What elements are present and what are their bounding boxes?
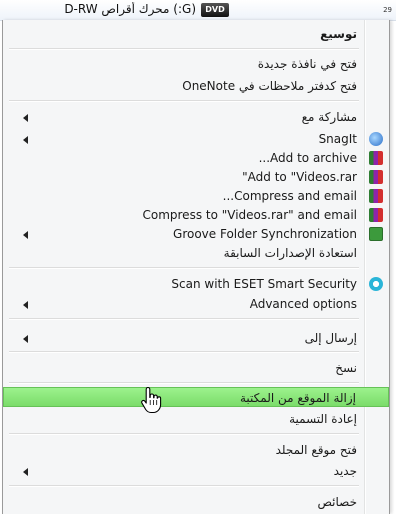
menu-separator — [9, 48, 359, 50]
menu-item-advanced-options[interactable]: Advanced options — [3, 294, 389, 314]
menu-item-label: إرسال إلى — [304, 331, 357, 345]
menu-item-label: إزالة الموقع من المكتبة — [239, 391, 356, 405]
menu-item-label: خصائص — [317, 495, 357, 509]
submenu-arrow-icon — [23, 231, 28, 239]
menu-item-label: Groove Folder Synchronization — [173, 227, 357, 241]
menu-item-label: Compress to "Videos.rar" and email — [142, 208, 357, 222]
menu-item-compress-email[interactable]: Compress and email... — [3, 186, 389, 206]
menu-item-share-with[interactable]: مشاركة مع — [3, 107, 389, 127]
menu-item-copy[interactable]: نسخ — [3, 358, 389, 378]
menu-item-label: إعادة التسمية — [289, 412, 357, 426]
menu-separator — [9, 100, 359, 102]
menu-item-label: استعادة الإصدارات السابقة — [223, 246, 357, 260]
menu-item-expand[interactable]: توسيع — [3, 24, 389, 44]
menu-item-label: Add to "Videos.rar" — [242, 170, 357, 184]
submenu-arrow-icon — [23, 136, 28, 144]
menu-separator — [9, 267, 359, 269]
menu-item-open-folder-location[interactable]: فتح موقع المجلد — [3, 440, 389, 460]
menu-item-restore-previous-versions[interactable]: استعادة الإصدارات السابقة — [3, 243, 389, 263]
menu-item-eset-scan[interactable]: Scan with ESET Smart Security — [3, 274, 389, 294]
menu-item-open-new-window[interactable]: فتح في نافذة جديدة — [3, 54, 389, 74]
menu-item-label: فتح في نافذة جديدة — [257, 57, 357, 71]
explorer-address-strip: (G:) محرك أقراص D-RW DVD 29 — [0, 0, 396, 21]
menu-item-label: نسخ — [335, 361, 357, 375]
menu-item-snagit[interactable]: SnagIt — [3, 129, 389, 149]
menu-item-label: Compress and email... — [222, 189, 357, 203]
menu-separator — [9, 433, 359, 435]
menu-item-add-to-archive[interactable]: Add to archive... — [3, 148, 389, 168]
menu-separator — [9, 318, 359, 320]
menu-item-label: Advanced options — [249, 297, 357, 311]
winrar-icon — [369, 189, 383, 203]
submenu-arrow-icon — [23, 114, 28, 122]
submenu-arrow-icon — [23, 468, 28, 476]
menu-item-label: فتح موقع المجلد — [275, 443, 357, 457]
menu-item-new[interactable]: جديد — [3, 461, 389, 481]
menu-item-label: مشاركة مع — [301, 110, 357, 124]
menu-item-rename[interactable]: إعادة التسمية — [3, 409, 389, 429]
menu-item-groove-sync[interactable]: Groove Folder Synchronization — [3, 224, 389, 244]
menu-separator — [9, 485, 359, 487]
menu-item-label: توسيع — [320, 27, 357, 41]
menu-item-open-onenote[interactable]: فتح كدفتر ملاحظات في OneNote — [3, 76, 389, 96]
menu-item-remove-from-library[interactable]: إزالة الموقع من المكتبة — [3, 387, 389, 407]
hand-pointer-cursor-icon — [141, 386, 162, 414]
column-value: 29 — [383, 6, 392, 14]
groove-icon — [369, 227, 383, 241]
context-menu: توسيع فتح في نافذة جديدة فتح كدفتر ملاحظ… — [2, 20, 390, 514]
menu-separator — [9, 351, 359, 353]
menu-item-add-to-videos-rar[interactable]: Add to "Videos.rar" — [3, 167, 389, 187]
menu-separator — [9, 382, 359, 384]
menu-item-label: فتح كدفتر ملاحظات في OneNote — [182, 79, 357, 93]
menu-item-send-to[interactable]: إرسال إلى — [3, 328, 389, 348]
submenu-arrow-icon — [23, 301, 28, 309]
menu-item-label: جديد — [333, 464, 357, 478]
submenu-arrow-icon — [23, 335, 28, 343]
snagit-icon — [369, 132, 383, 146]
winrar-icon — [369, 170, 383, 184]
menu-item-compress-videos-email[interactable]: Compress to "Videos.rar" and email — [3, 205, 389, 225]
dvd-drive-icon: DVD — [201, 3, 229, 17]
menu-item-label: Scan with ESET Smart Security — [171, 277, 357, 291]
menu-item-properties[interactable]: خصائص — [3, 492, 389, 512]
winrar-icon — [369, 208, 383, 222]
menu-item-label: Add to archive... — [258, 151, 357, 165]
menu-item-label: SnagIt — [318, 132, 357, 146]
drive-label[interactable]: (G:) محرك أقراص D-RW — [0, 2, 196, 16]
winrar-icon — [369, 151, 383, 165]
eset-icon — [369, 277, 383, 291]
